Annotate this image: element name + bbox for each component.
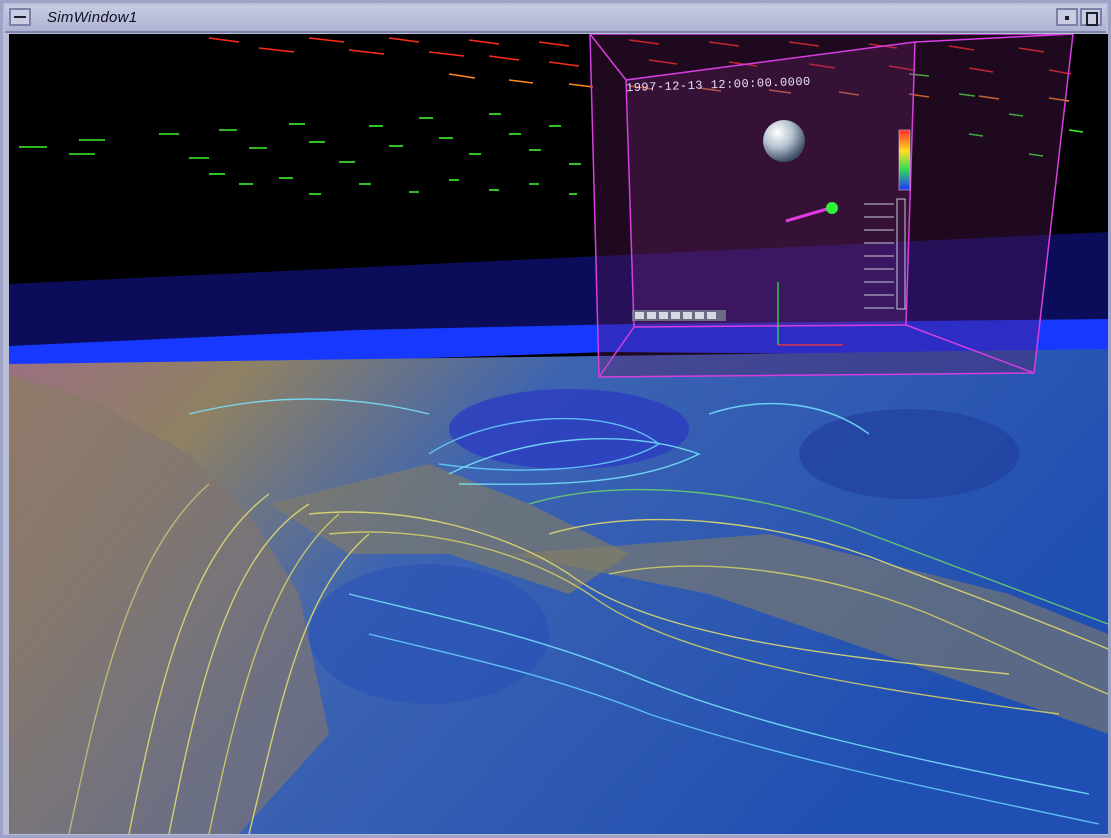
probe-handle[interactable] xyxy=(826,202,838,214)
scene-canvas xyxy=(9,34,1108,834)
window-title: SimWindow1 xyxy=(47,9,138,26)
eddy-core xyxy=(309,564,549,704)
sim-window: SimWindow1 1997-12-13 12:00:00.0000 xyxy=(0,0,1111,838)
title-bar[interactable]: SimWindow1 xyxy=(5,5,1106,33)
window-menu-button[interactable] xyxy=(9,8,31,26)
minimize-button[interactable] xyxy=(1056,8,1078,26)
maximize-button[interactable] xyxy=(1080,8,1102,26)
eddy-core xyxy=(799,409,1019,499)
color-legend xyxy=(898,129,911,191)
playback-control-glyphs xyxy=(635,312,716,319)
sphere-probe[interactable] xyxy=(763,120,805,162)
simulation-viewport[interactable]: 1997-12-13 12:00:00.0000 xyxy=(9,34,1108,834)
